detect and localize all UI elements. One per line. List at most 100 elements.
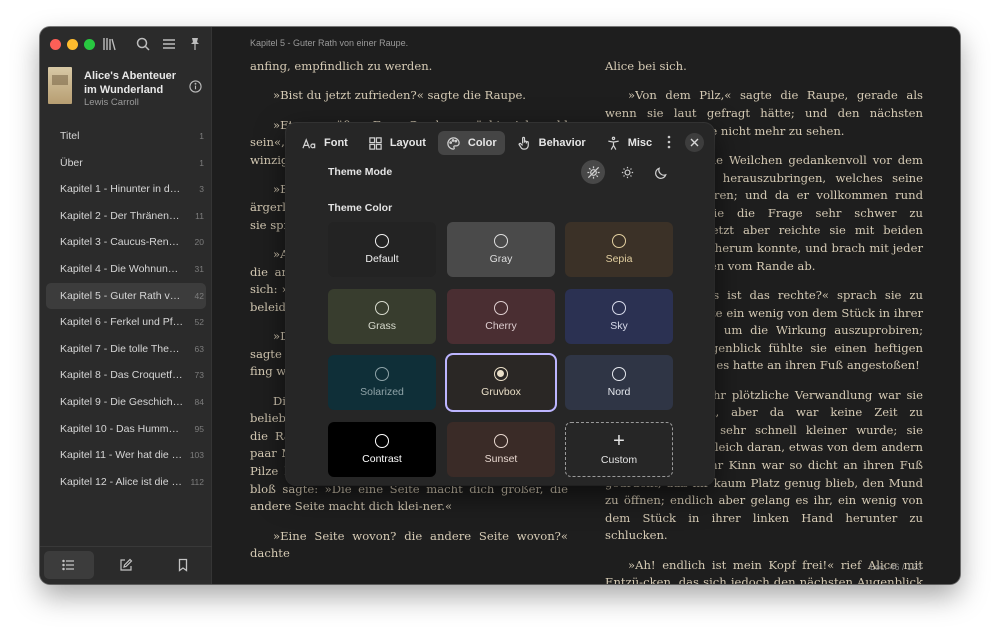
theme-swatch-cherry[interactable]: Cherry [447, 289, 555, 344]
sidebar-footer [40, 546, 212, 584]
theme-swatch-label: Sunset [484, 453, 518, 465]
theme-mode-dark-button[interactable] [649, 160, 673, 184]
menu-icon[interactable] [161, 36, 177, 52]
toc-item[interactable]: Kapitel 1 - Hinunter in den Kaninchenbau… [46, 176, 206, 203]
theme-swatch-custom[interactable]: + Custom [565, 422, 673, 477]
sidebar: Alice's Abenteuer im Wunderland Lewis Ca… [40, 27, 212, 584]
toc-item-label: Über [60, 156, 83, 169]
minimize-window-button[interactable] [67, 39, 78, 50]
toc-item[interactable]: Kapitel 7 - Die tolle Theegesellschaft 63 [46, 336, 206, 363]
toc-item-label: Kapitel 12 - Alice ist die Klügste [60, 475, 184, 488]
theme-swatch-nord[interactable]: Nord [565, 355, 673, 410]
toc-item[interactable]: Kapitel 11 - Wer hat die Kuchen gestohle… [46, 442, 206, 469]
tab-color[interactable]: Color [437, 131, 505, 155]
moon-icon [654, 166, 667, 179]
tab-label: Layout [389, 137, 426, 149]
theme-swatch-label: Sepia [605, 253, 633, 265]
radio-icon [612, 367, 626, 381]
close-window-button[interactable] [50, 39, 61, 50]
toc-item-label: Kapitel 5 - Guter Rath von einer Raupe [60, 289, 184, 302]
toc-tab-button[interactable] [44, 551, 94, 579]
radio-icon [612, 234, 626, 248]
theme-swatch-sunset[interactable]: Sunset [447, 422, 555, 477]
settings-tabs: Font Layout Color Behavior Misc [294, 131, 664, 155]
table-of-contents: Titel 1 Über 1 Kapitel 1 - Hinunter in den K… [46, 123, 206, 495]
radio-icon [494, 234, 508, 248]
pin-icon[interactable] [187, 36, 203, 52]
theme-mode-auto-button[interactable] [581, 160, 605, 184]
radio-icon [494, 434, 508, 448]
search-icon[interactable] [135, 36, 151, 52]
annotations-tab-button[interactable] [101, 551, 151, 579]
toc-item-label: Kapitel 2 - Der Thränenpfuhl [60, 209, 184, 222]
theme-mode-light-button[interactable] [615, 160, 639, 184]
toc-item-label: Kapitel 6 - Ferkel und Pfeffer [60, 316, 184, 329]
toc-item-label: Kapitel 7 - Die tolle Theegesellschaft [60, 342, 184, 355]
edit-icon [120, 558, 133, 571]
hand-pointer-icon [518, 136, 529, 150]
tab-behavior[interactable]: Behavior [509, 131, 594, 155]
toc-item[interactable]: Kapitel 9 - Die Geschichte der falschen … [46, 389, 206, 416]
radio-icon [375, 434, 389, 448]
toc-item-page: 84 [194, 396, 204, 407]
theme-swatch-sepia[interactable]: Sepia [565, 222, 673, 277]
tab-misc[interactable]: Misc [598, 131, 660, 155]
toc-item-page: 1 [199, 131, 204, 141]
tab-layout[interactable]: Layout [360, 131, 434, 155]
settings-popup: Font Layout Color Behavior Misc Theme Mode T… [286, 123, 714, 485]
theme-swatch-label: Custom [600, 454, 638, 466]
toc-item[interactable]: Kapitel 8 - Das Croquetfeld der Königin 7… [46, 362, 206, 389]
theme-swatch-gruvbox[interactable]: Gruvbox [445, 353, 557, 412]
info-icon[interactable] [189, 80, 202, 93]
theme-swatch-solarized[interactable]: Solarized [328, 355, 436, 410]
theme-swatch-label: Contrast [362, 453, 402, 465]
more-options-icon[interactable] [661, 134, 677, 150]
bookmarks-tab-button[interactable] [158, 551, 208, 579]
theme-swatch-label: Solarized [360, 386, 404, 398]
toc-item[interactable]: Über 1 [46, 150, 206, 177]
book-title: Alice's Abenteuer im Wunderland [84, 70, 177, 96]
app-window: Alice's Abenteuer im Wunderland Lewis Ca… [40, 27, 960, 584]
toc-item[interactable]: Kapitel 4 - Die Wohnung des Kaninchens 31 [46, 256, 206, 283]
theme-swatch-contrast[interactable]: Contrast [328, 422, 436, 477]
book-author: Lewis Carroll [84, 97, 139, 108]
toc-item-label: Titel [60, 130, 80, 142]
toc-item[interactable]: Kapitel 5 - Guter Rath von einer Raupe 42 [46, 282, 206, 310]
library-icon[interactable] [102, 36, 118, 52]
toc-item-label: Kapitel 9 - Die Geschichte der falschen … [60, 395, 184, 408]
toc-item-label: Kapitel 11 - Wer hat die Kuchen gestohle… [60, 449, 184, 462]
toc-item[interactable]: Kapitel 10 - Das Hummerballet 95 [46, 416, 206, 443]
close-popup-button[interactable] [685, 133, 704, 152]
toc-item[interactable]: Kapitel 12 - Alice ist die Klügste 112 [46, 469, 206, 496]
theme-swatch-gray[interactable]: Gray [447, 222, 555, 277]
toc-item-page: 95 [194, 423, 204, 434]
toc-item-page: 31 [194, 263, 204, 274]
list-icon [62, 559, 74, 571]
radio-icon [375, 234, 389, 248]
book-cover [48, 67, 72, 104]
toc-item[interactable]: Kapitel 3 - Caucus-Rennen 20 [46, 229, 206, 256]
chapter-header: Kapitel 5 - Guter Rath von einer Raupe. [250, 38, 409, 48]
toc-item[interactable]: Kapitel 6 - Ferkel und Pfeffer 52 [46, 309, 206, 336]
toc-item-page: 52 [194, 317, 204, 328]
accessibility-icon [607, 136, 619, 150]
theme-swatch-sky[interactable]: Sky [565, 289, 673, 344]
tab-label: Behavior [538, 137, 586, 149]
close-icon [690, 138, 699, 147]
paragraph: »Eine Seite wovon? die andere Seite wovo… [250, 528, 568, 561]
theme-swatch-label: Default [365, 253, 399, 265]
toc-item-page: 73 [194, 370, 204, 381]
book-header[interactable]: Alice's Abenteuer im Wunderland Lewis Ca… [48, 67, 208, 109]
plus-icon: + [613, 430, 625, 452]
toc-item[interactable]: Titel 1 [46, 123, 206, 150]
radio-icon [375, 367, 389, 381]
toc-item-page: 42 [194, 290, 204, 301]
bookmark-icon [178, 558, 188, 572]
toc-item[interactable]: Kapitel 2 - Der Thränenpfuhl 11 [46, 203, 206, 230]
theme-swatch-default[interactable]: Default [328, 222, 436, 277]
tab-font[interactable]: Font [294, 131, 356, 155]
zoom-window-button[interactable] [84, 39, 95, 50]
theme-color-label: Theme Color [328, 202, 393, 214]
theme-swatch-label: Sky [610, 320, 628, 332]
theme-swatch-grass[interactable]: Grass [328, 289, 436, 344]
